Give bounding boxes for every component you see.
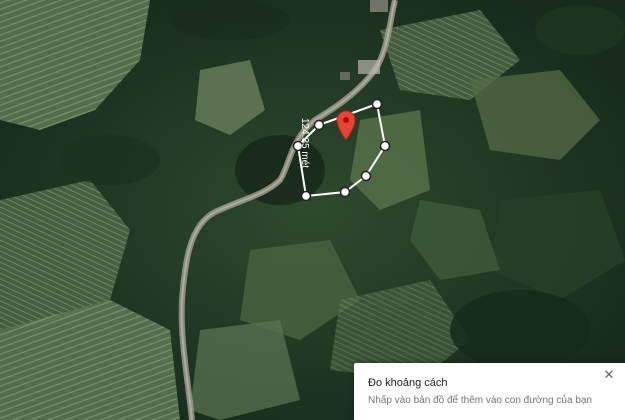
vertex-point[interactable] (379, 140, 391, 152)
vertex-point[interactable] (360, 170, 372, 182)
panel-title: Đo khoảng cách (368, 377, 448, 389)
distance-label: 124.35 mét (299, 118, 310, 168)
vertex-point[interactable] (313, 119, 325, 131)
vertex-point[interactable] (371, 98, 383, 110)
panel-hint: Nhấp vào bản đồ để thêm vào con đường củ… (368, 395, 592, 406)
vertex-point[interactable] (300, 190, 312, 202)
measure-distance-panel: Đo khoảng cách Nhấp vào bản đồ để thêm v… (354, 363, 625, 420)
satellite-map[interactable]: 124.35 mét Đo khoảng cách Nhấp vào bản đ… (0, 0, 625, 420)
vertex-point[interactable] (339, 186, 351, 198)
measure-overlay: 124.35 mét (292, 98, 391, 202)
close-icon[interactable]: ✕ (601, 367, 617, 383)
location-pin-icon[interactable] (336, 110, 356, 141)
